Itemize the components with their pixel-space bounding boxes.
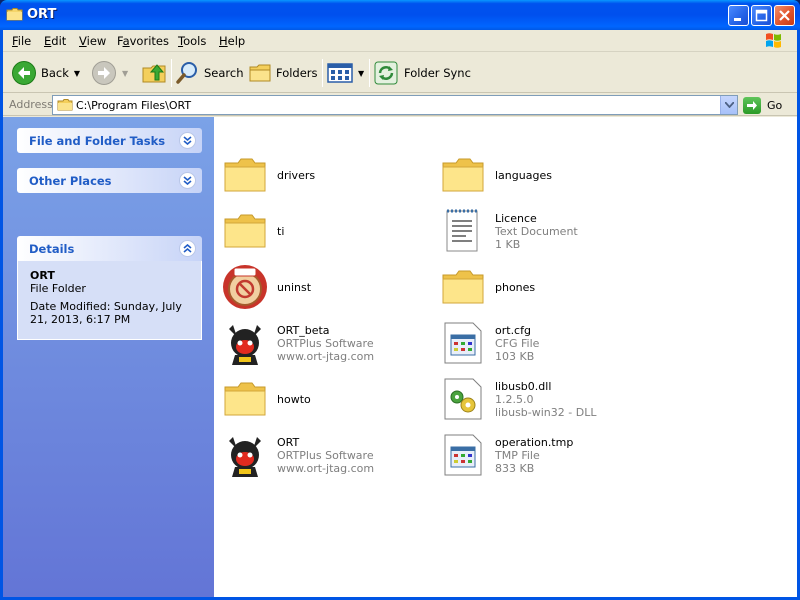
file-folder-tasks-header[interactable]: File and Folder Tasks <box>17 128 202 153</box>
folder-icon <box>442 270 484 304</box>
folder-icon <box>224 158 266 192</box>
folder-icon <box>6 7 23 22</box>
window-client: File Edit View Favorites Tools Help Back… <box>3 30 797 597</box>
menu-bar: File Edit View Favorites Tools Help <box>3 30 797 52</box>
views-button[interactable]: ▼ <box>327 59 364 87</box>
details-header[interactable]: Details <box>17 236 202 261</box>
address-dropdown-button[interactable] <box>720 96 737 114</box>
forward-dropdown-icon: ▼ <box>122 68 129 78</box>
toolbar-separator <box>171 59 172 87</box>
details-body: ORT File Folder Date Modified: Sunday, J… <box>17 261 202 340</box>
folder-icon <box>57 98 73 115</box>
file-item-libusb[interactable]: libusb0.dll 1.2.5.0 libusb-win32 - DLL <box>439 375 649 425</box>
other-places-header[interactable]: Other Places <box>17 168 202 193</box>
chevron-down-icon <box>725 102 734 108</box>
close-icon <box>779 10 790 21</box>
back-button[interactable]: Back ▼ <box>11 59 80 87</box>
menu-tools[interactable]: Tools <box>178 34 206 48</box>
standard-toolbar: Back ▼ ▼ Search Folders ▼ Folder Sync <box>3 53 797 93</box>
generic-file-icon <box>444 434 482 476</box>
dll-file-icon <box>444 378 482 420</box>
file-item-operation-tmp[interactable]: operation.tmp TMP File 833 KB <box>439 431 649 481</box>
toolbar-separator <box>369 59 370 87</box>
text-document-icon <box>446 209 478 252</box>
file-item-phones[interactable]: phones <box>439 263 649 313</box>
forward-arrow-icon <box>92 61 116 85</box>
ort-mascot-icon <box>229 325 261 365</box>
folder-sync-button[interactable]: Folder Sync <box>374 59 471 87</box>
details-date: Date Modified: Sunday, July 21, 2013, 6:… <box>30 300 182 326</box>
menu-favorites[interactable]: Favorites <box>117 34 169 48</box>
views-dropdown-icon[interactable]: ▼ <box>358 69 364 78</box>
file-item-ti[interactable]: ti <box>221 207 431 257</box>
folder-icon <box>224 214 266 248</box>
details-type: File Folder <box>30 282 86 295</box>
file-item-languages[interactable]: languages <box>439 151 649 201</box>
up-button[interactable] <box>141 59 167 87</box>
menu-view[interactable]: View <box>79 34 106 48</box>
search-button[interactable]: Search <box>176 59 244 87</box>
minimize-icon <box>734 18 741 21</box>
address-bar: Address C:\Program Files\ORT Go <box>3 94 797 116</box>
views-icon <box>327 63 353 83</box>
title-bar[interactable]: ORT <box>0 0 800 30</box>
uninstall-disc-icon <box>223 265 267 309</box>
file-item-howto[interactable]: howto <box>221 375 431 425</box>
address-value: C:\Program Files\ORT <box>76 99 192 112</box>
generic-file-icon <box>444 322 482 364</box>
file-item-licence[interactable]: Licence Text Document 1 KB <box>439 207 649 257</box>
close-button[interactable] <box>774 5 795 26</box>
explorer-window: ORT File Edit View Favorites Tools Help <box>0 0 800 600</box>
expand-chevron-icon[interactable] <box>179 132 196 149</box>
folder-icon <box>224 382 266 416</box>
go-arrow-icon <box>743 96 761 114</box>
address-input[interactable]: C:\Program Files\ORT <box>52 95 738 115</box>
forward-button[interactable]: ▼ <box>91 59 128 87</box>
address-label: Address <box>9 98 53 111</box>
file-item-drivers[interactable]: drivers <box>221 151 431 201</box>
file-item-ort-cfg[interactable]: ort.cfg CFG File 103 KB <box>439 319 649 369</box>
details-name: ORT <box>30 269 55 282</box>
collapse-chevron-icon[interactable] <box>179 240 196 257</box>
folder-up-icon <box>142 64 166 83</box>
maximize-icon <box>755 9 768 22</box>
ort-mascot-icon <box>229 437 261 477</box>
menu-help[interactable]: Help <box>219 34 245 48</box>
folders-button[interactable]: Folders <box>248 59 318 87</box>
maximize-button[interactable] <box>751 5 772 26</box>
menu-edit[interactable]: Edit <box>44 34 66 48</box>
folders-icon <box>249 64 271 82</box>
go-button[interactable]: Go <box>743 96 782 114</box>
folder-icon <box>442 158 484 192</box>
file-item-uninst[interactable]: uninst <box>221 263 431 313</box>
back-arrow-icon <box>12 61 36 85</box>
file-item-ort-beta[interactable]: ORT_beta ORTPlus Software www.ort-jtag.c… <box>221 319 431 369</box>
toolbar-separator <box>322 59 323 87</box>
window-title: ORT <box>27 7 57 22</box>
minimize-button[interactable] <box>728 5 749 26</box>
file-item-ort[interactable]: ORT ORTPlus Software www.ort-jtag.com <box>221 431 431 481</box>
search-icon <box>176 62 197 84</box>
back-dropdown-icon[interactable]: ▼ <box>74 69 80 78</box>
windows-logo-icon <box>761 31 787 51</box>
expand-chevron-icon[interactable] <box>179 172 196 189</box>
file-list: drivers ti uninst ORT_beta ORTPlus Softw… <box>214 117 797 597</box>
task-pane: File and Folder Tasks Other Places Detai… <box>3 117 214 597</box>
folder-sync-icon <box>374 61 398 85</box>
menu-file[interactable]: File <box>12 34 31 48</box>
